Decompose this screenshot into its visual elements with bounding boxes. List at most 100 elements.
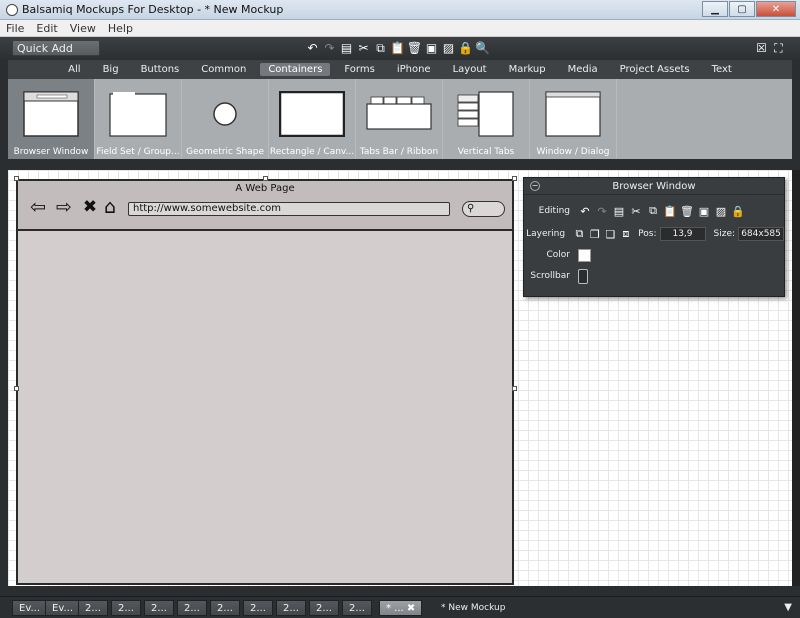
send-to-back-icon[interactable]: ⧈ — [620, 227, 633, 241]
filter-text[interactable]: Text — [704, 63, 740, 76]
browser-window-thumbnail — [23, 91, 79, 137]
horizontal-scrollbar[interactable] — [8, 586, 792, 596]
redo-icon[interactable]: ↷ — [322, 40, 337, 56]
library-item-window-dialog[interactable]: Window / Dialog — [530, 79, 617, 159]
right-frame — [792, 60, 800, 170]
resize-handle[interactable] — [14, 386, 19, 391]
library-item-field-set[interactable]: Field Set / Group... — [95, 79, 182, 159]
mockup-tab[interactable]: 2... — [177, 600, 207, 616]
group-icon[interactable]: ▣ — [424, 40, 439, 56]
minimize-button[interactable]: ▁ — [702, 1, 728, 17]
mockup-tab-active[interactable]: * ... ✖ — [379, 600, 423, 616]
scrollbar-label: Scrollbar — [530, 271, 570, 281]
quick-add-input[interactable] — [12, 40, 100, 56]
filter-media[interactable]: Media — [560, 63, 606, 76]
vertical-tabs-thumbnail — [457, 91, 514, 137]
scrollbar-toggle[interactable] — [578, 268, 588, 284]
size-label: Size: — [713, 229, 736, 239]
redo-icon[interactable]: ↷ — [595, 204, 609, 218]
filter-forms[interactable]: Forms — [336, 63, 382, 76]
library-item-tabs-bar[interactable]: Tabs Bar / Ribbon — [356, 79, 443, 159]
tabs-menu-icon[interactable]: ▼ — [784, 602, 792, 613]
inspector-header: − Browser Window — [524, 178, 784, 195]
search-icon[interactable]: 🔍 — [475, 40, 490, 56]
mockup-tab[interactable]: 2... — [210, 600, 240, 616]
mockup-tabs-bar: Ev... Ev... 2... 2... 2... 2... 2... 2..… — [0, 596, 800, 618]
browser-title: A Web Page — [235, 183, 295, 194]
collapse-icon[interactable]: − — [530, 181, 540, 191]
mockup-tab[interactable]: 2... — [243, 600, 273, 616]
inspector-title: Browser Window — [612, 181, 696, 192]
app-icon — [6, 3, 18, 16]
library-item-vertical-tabs[interactable]: Vertical Tabs — [443, 79, 530, 159]
mockup-tab[interactable]: 2... — [78, 600, 108, 616]
mockup-tab[interactable]: 2... — [276, 600, 306, 616]
bring-to-front-icon[interactable]: ⧉ — [573, 227, 586, 241]
mockup-tab[interactable]: 2... — [309, 600, 339, 616]
bring-forward-icon[interactable]: ❐ — [589, 227, 602, 241]
menu-file[interactable]: File — [0, 22, 30, 35]
undo-icon[interactable]: ↶ — [305, 40, 320, 56]
filter-all[interactable]: All — [60, 63, 88, 76]
paste-icon[interactable]: 📋 — [390, 40, 405, 56]
close-mockup-icon[interactable]: ☒ — [754, 40, 769, 56]
forward-arrow-icon: ⇨ — [56, 196, 72, 218]
library-item-rectangle[interactable]: Rectangle / Canv... — [269, 79, 356, 159]
filter-containers[interactable]: Containers — [260, 63, 331, 76]
size-input[interactable] — [738, 227, 785, 241]
resize-handle[interactable] — [512, 386, 517, 391]
menu-edit[interactable]: Edit — [30, 22, 63, 35]
resize-handle[interactable] — [14, 176, 19, 181]
mockup-tab[interactable]: Ev... — [12, 600, 47, 616]
field-set-thumbnail — [109, 92, 167, 137]
mockup-tab[interactable]: 2... — [342, 600, 372, 616]
ungroup-icon[interactable]: ▨ — [441, 40, 456, 56]
menu-help[interactable]: Help — [102, 22, 139, 35]
paste-icon[interactable]: 📋 — [663, 204, 677, 218]
layering-label: Layering — [526, 229, 566, 239]
mockup-tab[interactable]: 2... — [144, 600, 174, 616]
copy-icon[interactable]: ⧉ — [373, 40, 388, 56]
duplicate-icon[interactable]: ▤ — [612, 204, 626, 218]
duplicate-icon[interactable]: ▤ — [339, 40, 354, 56]
editing-label: Editing — [538, 206, 570, 216]
cut-icon[interactable]: ✂ — [356, 40, 371, 56]
library-item-browser-window[interactable]: Browser Window — [8, 79, 95, 159]
color-swatch[interactable] — [578, 248, 591, 262]
filter-common[interactable]: Common — [193, 63, 254, 76]
vertical-scrollbar[interactable] — [792, 170, 800, 586]
mockup-tab[interactable]: 2... — [111, 600, 141, 616]
filter-layout[interactable]: Layout — [445, 63, 495, 76]
fullscreen-icon[interactable]: ⛶ — [771, 40, 786, 56]
filter-iphone[interactable]: iPhone — [389, 63, 439, 76]
pos-input[interactable] — [659, 227, 706, 241]
close-button[interactable]: ✕ — [756, 1, 796, 17]
filter-buttons[interactable]: Buttons — [133, 63, 188, 76]
copy-icon[interactable]: ⧉ — [646, 204, 660, 218]
resize-handle[interactable] — [512, 176, 517, 181]
send-backward-icon[interactable]: ❏ — [604, 227, 617, 241]
cut-icon[interactable]: ✂ — [629, 204, 643, 218]
browser-window-mockup[interactable]: A Web Page ⇦ ⇨ ✖ ⌂ http://www.somewebsit… — [16, 179, 514, 585]
lock-icon[interactable]: 🔒 — [458, 40, 473, 56]
filter-markup[interactable]: Markup — [501, 63, 554, 76]
left-frame — [0, 60, 8, 170]
filter-project-assets[interactable]: Project Assets — [612, 63, 698, 76]
ungroup-icon[interactable]: ▨ — [714, 204, 728, 218]
group-icon[interactable]: ▣ — [697, 204, 711, 218]
browser-url-field: http://www.somewebsite.com — [128, 202, 450, 216]
lock-icon[interactable]: 🔒 — [731, 204, 745, 218]
inspector-scrollbar-row: Scrollbar — [524, 266, 784, 286]
undo-icon[interactable]: ↶ — [578, 204, 592, 218]
mockup-canvas[interactable]: A Web Page ⇦ ⇨ ✖ ⌂ http://www.somewebsit… — [8, 170, 792, 586]
delete-icon[interactable]: 🗑 — [680, 204, 694, 218]
circle-thumbnail — [213, 102, 237, 126]
delete-icon[interactable]: 🗑 — [407, 40, 422, 56]
library-item-geometric-shape[interactable]: Geometric Shape — [182, 79, 269, 159]
maximize-button[interactable]: ▢ — [729, 1, 755, 17]
filter-big[interactable]: Big — [95, 63, 127, 76]
mockup-tab[interactable]: Ev... — [45, 600, 80, 616]
resize-handle[interactable] — [263, 176, 268, 181]
menu-view[interactable]: View — [64, 22, 102, 35]
close-tab-icon[interactable]: ✖ — [407, 603, 415, 614]
